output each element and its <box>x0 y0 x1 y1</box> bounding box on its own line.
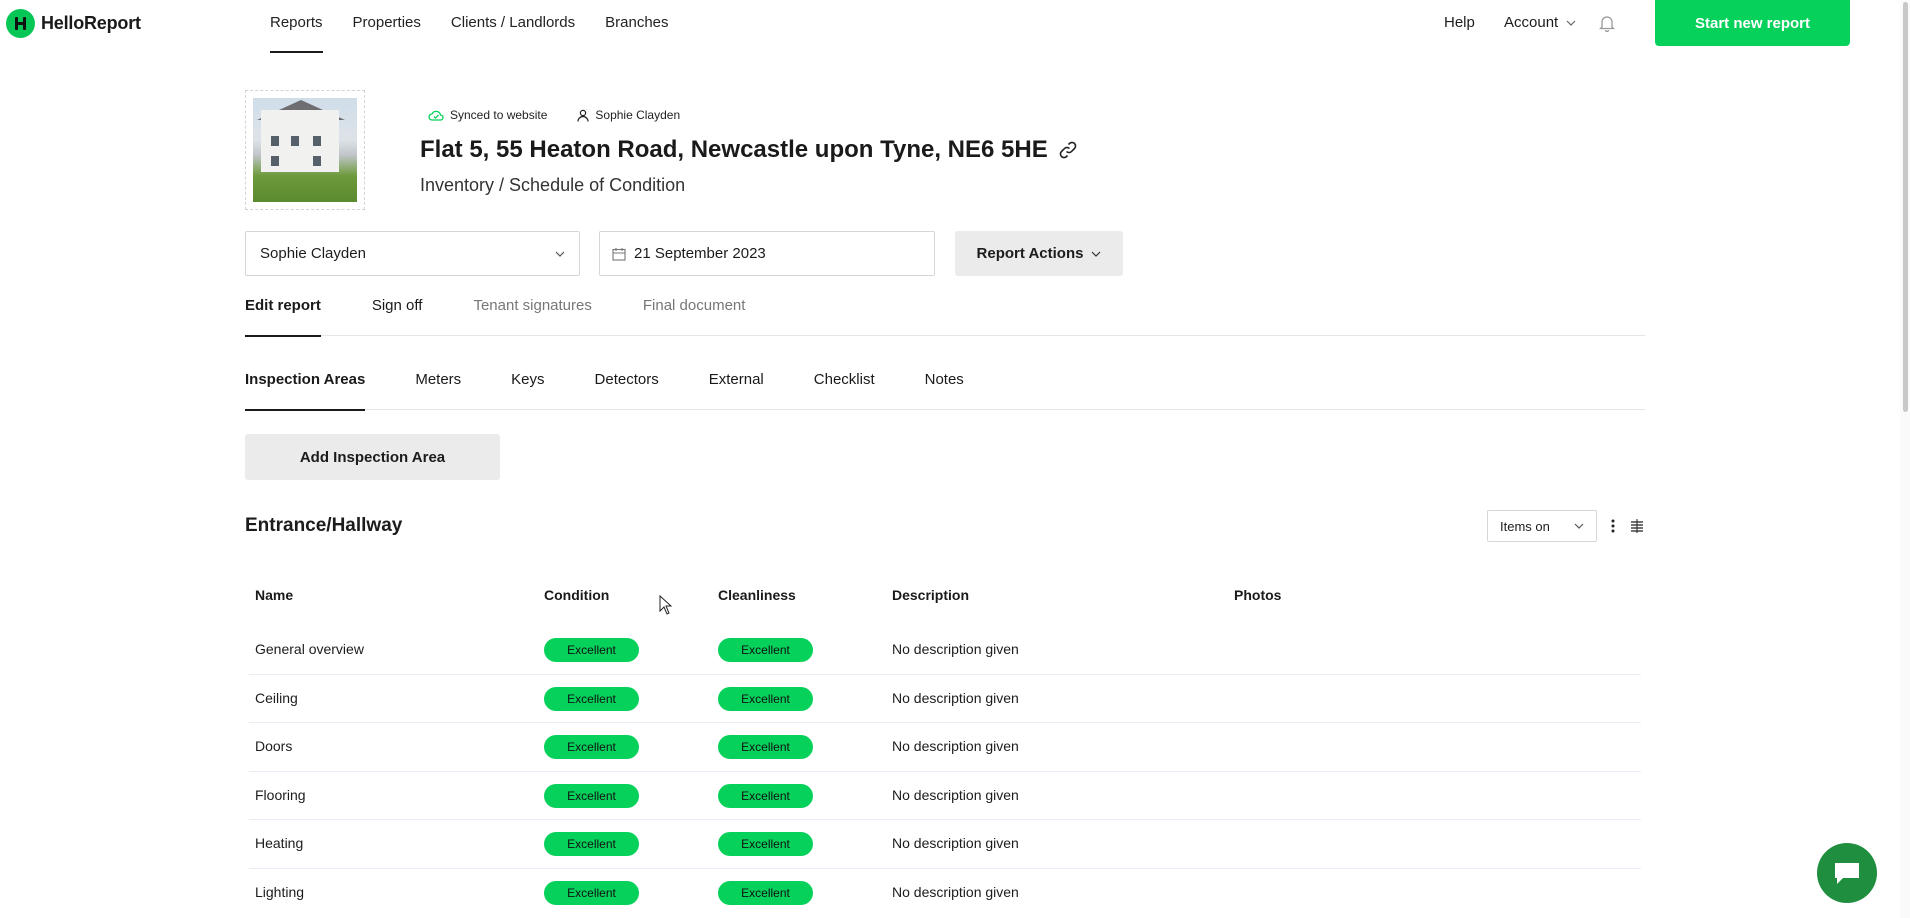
page-title: Flat 5, 55 Heaton Road, Newcastle upon T… <box>420 136 1048 163</box>
tab-tenant-signatures[interactable]: Tenant signatures <box>473 290 591 336</box>
condition-badge: Excellent <box>544 686 639 711</box>
tab-keys[interactable]: Keys <box>511 364 544 410</box>
report-actions-button[interactable]: Report Actions <box>955 231 1123 276</box>
sync-status: Synced to website <box>428 108 547 122</box>
start-new-report-button[interactable]: Start new report <box>1655 0 1850 46</box>
chevron-down-icon <box>1092 251 1101 257</box>
cleanliness-badge: Excellent <box>718 638 813 662</box>
nav-item-reports[interactable]: Reports <box>270 0 323 53</box>
cleanliness-badge: Excellent <box>718 832 813 856</box>
table-row[interactable]: General overview Excellent Excellent No … <box>249 626 1641 675</box>
nav-item-properties[interactable]: Properties <box>353 0 421 53</box>
sync-status-label: Synced to website <box>450 108 548 122</box>
item-description: No description given <box>892 689 1019 706</box>
calendar-icon <box>612 247 626 261</box>
tab-sign-off[interactable]: Sign off <box>372 290 423 336</box>
tab-inspection-areas[interactable]: Inspection Areas <box>245 364 366 411</box>
chat-icon <box>1835 863 1859 884</box>
column-header-condition[interactable]: Condition <box>544 587 609 603</box>
account-label: Account <box>1504 14 1559 31</box>
add-inspection-area-button[interactable]: Add Inspection Area <box>245 434 500 480</box>
chat-button[interactable] <box>1817 843 1877 903</box>
more-options-icon[interactable] <box>1606 515 1620 537</box>
cleanliness-badge: Excellent <box>718 735 813 759</box>
table-row[interactable]: Flooring Excellent Excellent No descript… <box>249 772 1641 820</box>
condition-badge: Excellent <box>544 880 639 905</box>
chevron-down-icon <box>1574 523 1584 529</box>
table-row[interactable]: Lighting Excellent Excellent No descript… <box>249 869 1641 918</box>
cloud-check-icon <box>428 110 444 121</box>
reorder-icon[interactable] <box>1627 515 1647 537</box>
tab-notes[interactable]: Notes <box>925 364 964 410</box>
report-meta: Synced to website Sophie Clayden <box>428 108 680 122</box>
property-thumbnail[interactable] <box>245 90 365 210</box>
chevron-down-icon <box>555 251 565 257</box>
item-name: Heating <box>255 835 304 851</box>
items-select-value: Items on <box>1500 518 1550 534</box>
item-description: No description given <box>892 641 1019 657</box>
condition-badge: Excellent <box>544 832 639 856</box>
cleanliness-badge: Excellent <box>718 783 813 808</box>
property-address: Flat 5, 55 Heaton Road, Newcastle upon T… <box>420 136 1078 164</box>
item-name: Ceiling <box>255 689 298 706</box>
items-table: General overview Excellent Excellent No … <box>249 626 1641 917</box>
app-name: HelloReport <box>41 13 141 33</box>
property-photo <box>253 98 357 202</box>
account-menu[interactable]: Account <box>1504 14 1576 31</box>
items-select[interactable]: Items on <box>1487 510 1597 542</box>
column-header-name[interactable]: Name <box>255 587 293 603</box>
logo[interactable]: HelloReport <box>6 9 141 38</box>
item-name: Lighting <box>255 883 305 900</box>
bell-icon[interactable] <box>1598 14 1616 37</box>
date-value: 21 September 2023 <box>634 245 766 262</box>
item-description: No description given <box>892 738 1019 754</box>
column-header-photos[interactable]: Photos <box>1234 587 1281 603</box>
condition-badge: Excellent <box>544 638 639 662</box>
link-icon[interactable] <box>1058 140 1078 160</box>
assignee: Sophie Clayden <box>577 108 680 122</box>
user-icon <box>577 109 589 122</box>
column-header-description[interactable]: Description <box>892 587 969 603</box>
report-actions-label: Report Actions <box>976 245 1084 262</box>
nav-item-branches[interactable]: Branches <box>605 0 668 53</box>
report-type: Inventory / Schedule of Condition <box>420 175 686 195</box>
edit-subtabs: Inspection Areas Meters Keys Detectors E… <box>245 364 1645 411</box>
top-bar: HelloReport Reports Properties Clients /… <box>0 0 1910 58</box>
item-name: Flooring <box>255 786 306 803</box>
cleanliness-badge: Excellent <box>718 880 813 905</box>
table-row[interactable]: Doors Excellent Excellent No description… <box>249 723 1641 772</box>
item-name: General overview <box>255 641 364 657</box>
tab-detectors[interactable]: Detectors <box>595 364 659 410</box>
nav-item-clients-landlords[interactable]: Clients / Landlords <box>451 0 575 53</box>
item-description: No description given <box>892 786 1019 803</box>
main-nav: Reports Properties Clients / Landlords B… <box>270 0 699 58</box>
cleanliness-badge: Excellent <box>718 686 813 711</box>
mouse-cursor-icon <box>659 594 673 620</box>
column-header-cleanliness[interactable]: Cleanliness <box>718 587 796 603</box>
item-description: No description given <box>892 883 1019 900</box>
tab-checklist[interactable]: Checklist <box>814 364 875 410</box>
tab-final-document[interactable]: Final document <box>643 290 746 336</box>
logo-icon <box>6 9 35 38</box>
date-field[interactable]: 21 September 2023 <box>599 231 935 276</box>
clerk-select[interactable]: Sophie Clayden <box>245 231 580 276</box>
chevron-down-icon <box>1566 20 1576 26</box>
clerk-select-value: Sophie Clayden <box>260 245 366 262</box>
assignee-name: Sophie Clayden <box>595 108 681 122</box>
section-title: Entrance/Hallway <box>245 515 403 536</box>
table-header: Name Condition Cleanliness Description P… <box>249 582 1641 610</box>
scrollbar-thumb[interactable] <box>1903 2 1908 412</box>
condition-badge: Excellent <box>544 735 639 759</box>
tab-meters[interactable]: Meters <box>415 364 461 410</box>
tab-edit-report[interactable]: Edit report <box>245 290 321 337</box>
condition-badge: Excellent <box>544 783 639 808</box>
item-name: Doors <box>255 738 293 754</box>
table-row[interactable]: Ceiling Excellent Excellent No descripti… <box>249 675 1641 723</box>
item-description: No description given <box>892 835 1019 851</box>
tab-external[interactable]: External <box>709 364 764 410</box>
help-link[interactable]: Help <box>1444 14 1475 31</box>
report-tabs: Edit report Sign off Tenant signatures F… <box>245 290 1645 337</box>
table-row[interactable]: Heating Excellent Excellent No descripti… <box>249 820 1641 869</box>
